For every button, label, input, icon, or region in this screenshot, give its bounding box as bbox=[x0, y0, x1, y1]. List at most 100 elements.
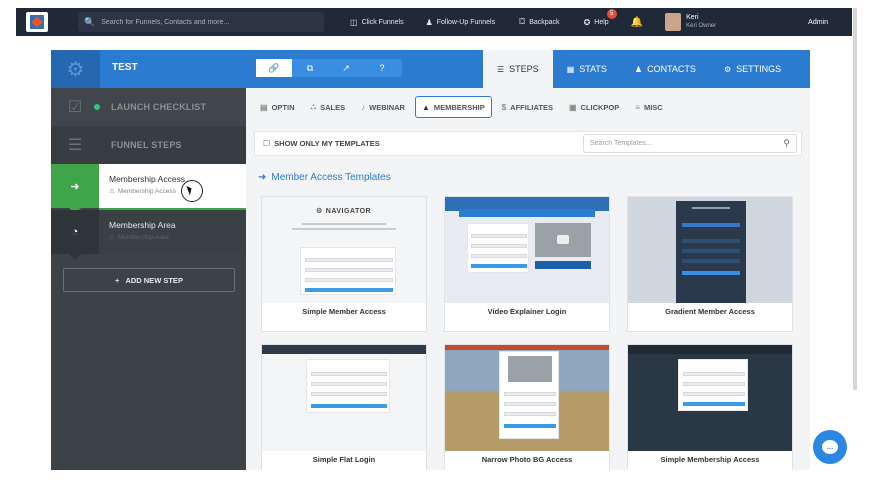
sidebar-item-launch-checklist[interactable]: ☑ LAUNCH CHECKLIST bbox=[51, 88, 246, 126]
template-name: Simple Flat Login bbox=[312, 455, 376, 464]
section-title: ➜ Member Access Templates bbox=[258, 172, 391, 183]
plus-icon: + bbox=[115, 275, 120, 285]
mic-icon: ♪ bbox=[361, 102, 366, 112]
tab-settings-label: SETTINGS bbox=[736, 64, 782, 74]
dashboard-icon: ◔ bbox=[51, 210, 99, 254]
list-icon: ☰ bbox=[497, 64, 505, 74]
tab-stats-label: STATS bbox=[579, 64, 607, 74]
category-tabs: ▤ OPTIN ⛬ SALES ♪ WEBINAR ▲ MEMBERSHIP $ AFFI… bbox=[254, 96, 669, 118]
popup-icon: ▣ bbox=[568, 102, 577, 112]
step-subtitle: Membership Access bbox=[117, 187, 176, 195]
category-label: SALES bbox=[320, 102, 346, 112]
template-search-input[interactable] bbox=[590, 140, 770, 147]
template-card[interactable]: Gradient Member Access bbox=[627, 196, 793, 332]
chat-widget-button[interactable]: … bbox=[813, 430, 847, 464]
category-clickpop[interactable]: ▣ CLICKPOP bbox=[563, 96, 625, 118]
template-card[interactable]: Simple Flat Login bbox=[261, 344, 427, 470]
step-subtitle: Membership Area bbox=[117, 233, 169, 241]
tab-steps-label: STEPS bbox=[509, 64, 539, 74]
bar-chart-icon: ▦ bbox=[566, 64, 575, 74]
checklist-icon: ☑ bbox=[67, 99, 83, 116]
app-frame: 🔍 ◫ Click Funnels ♟ Follow-Up Funnels ⛋ … bbox=[0, 0, 875, 495]
sign-in-icon: ➜ bbox=[258, 172, 267, 183]
copy-icon[interactable]: ⧉ bbox=[292, 59, 328, 77]
user-name: Keri bbox=[686, 14, 699, 21]
thumbnail-logo: ⚙ NAVIGATOR bbox=[316, 207, 371, 215]
category-label: AFFILIATES bbox=[510, 102, 553, 112]
category-optin[interactable]: ▤ OPTIN bbox=[254, 96, 300, 118]
nav-help[interactable]: ✪ Help 5 bbox=[583, 8, 617, 27]
template-card[interactable]: Simple Membership Access bbox=[627, 344, 793, 470]
warning-icon: ⚠ bbox=[109, 234, 115, 241]
page-scrollbar[interactable] bbox=[853, 8, 857, 390]
funnel-steps-label: FUNNEL STEPS bbox=[111, 140, 182, 150]
dollar-icon: $ bbox=[501, 102, 507, 112]
nav-click-funnels-label: Click Funnels bbox=[361, 18, 404, 26]
tab-contacts-label: CONTACTS bbox=[647, 64, 696, 74]
top-nav: 🔍 ◫ Click Funnels ♟ Follow-Up Funnels ⛋ … bbox=[16, 8, 852, 36]
help-circle-icon[interactable]: ? bbox=[364, 59, 400, 77]
gear-icon: ⚙ bbox=[723, 64, 732, 74]
template-filter-bar: ☐ SHOW ONLY MY TEMPLATES ⚲ bbox=[254, 131, 802, 156]
template-card[interactable]: Video Explainer Login bbox=[444, 196, 610, 332]
sidebar-item-funnel-steps: ☰ FUNNEL STEPS bbox=[51, 126, 246, 164]
status-dot bbox=[94, 104, 100, 110]
tab-stats[interactable]: ▦ STATS bbox=[553, 50, 621, 88]
checkbox-icon[interactable]: ☐ bbox=[263, 139, 270, 148]
funnel-gear-icon[interactable]: ⚙ bbox=[51, 50, 100, 88]
cart-icon: ⛬ bbox=[310, 102, 317, 111]
avatar bbox=[665, 13, 682, 31]
help-icon: ✪ bbox=[583, 17, 591, 27]
funnel-sidebar: ☑ LAUNCH CHECKLIST ☰ FUNNEL STEPS ➜ Memb… bbox=[51, 88, 246, 470]
sign-in-icon: ➜ bbox=[51, 164, 99, 208]
template-search[interactable]: ⚲ bbox=[583, 134, 797, 153]
nav-backpack[interactable]: ⛋ Backpack bbox=[519, 17, 559, 27]
category-label: MEMBERSHIP bbox=[433, 102, 485, 112]
template-thumbnail bbox=[262, 345, 426, 451]
category-label: OPTIN bbox=[271, 102, 295, 112]
template-name: Simple Membership Access bbox=[660, 455, 760, 464]
template-card[interactable]: Narrow Photo BG Access bbox=[444, 344, 610, 470]
nav-follow-up-funnels[interactable]: ♟ Follow-Up Funnels bbox=[426, 18, 496, 27]
template-thumbnail: ⚙ NAVIGATOR bbox=[262, 197, 426, 303]
global-search-input[interactable] bbox=[101, 18, 302, 26]
funnel-header: ⚙ TEST 🔗 ⧉ ↗ ? ☰ STEPS ▦ STATS ♟ CONTACT… bbox=[51, 50, 810, 88]
template-thumbnail bbox=[445, 345, 609, 451]
category-affiliates[interactable]: $ AFFILIATES bbox=[496, 96, 559, 118]
funnel-editor: ⚙ TEST 🔗 ⧉ ↗ ? ☰ STEPS ▦ STATS ♟ CONTACT… bbox=[51, 50, 810, 470]
template-area: ▤ OPTIN ⛬ SALES ♪ WEBINAR ▲ MEMBERSHIP $ AFFI… bbox=[246, 88, 810, 470]
add-new-step-button[interactable]: + ADD NEW STEP bbox=[63, 268, 235, 292]
category-label: CLICKPOP bbox=[580, 102, 620, 112]
step-title: Membership Access bbox=[109, 174, 186, 184]
category-webinar[interactable]: ♪ WEBINAR bbox=[355, 96, 411, 118]
video-placeholder bbox=[535, 223, 591, 257]
search-icon[interactable]: ⚲ bbox=[783, 138, 790, 149]
mouse-cursor-highlight bbox=[181, 180, 203, 202]
search-icon: 🔍 bbox=[84, 16, 96, 27]
category-sales[interactable]: ⛬ SALES bbox=[304, 96, 351, 118]
people-icon: ♟ bbox=[425, 17, 433, 27]
tab-steps[interactable]: ☰ STEPS bbox=[483, 50, 553, 88]
show-only-my-templates[interactable]: SHOW ONLY MY TEMPLATES bbox=[274, 139, 380, 148]
link-icon[interactable]: 🔗 bbox=[256, 59, 292, 77]
users-icon: ♟ bbox=[634, 64, 643, 74]
template-thumbnail bbox=[628, 197, 792, 303]
funnel-step-membership-area[interactable]: ◔ Membership Area ⚠ Membership Area bbox=[51, 210, 246, 254]
tab-contacts[interactable]: ♟ CONTACTS bbox=[621, 50, 710, 88]
admin-link[interactable]: Admin bbox=[808, 19, 828, 26]
funnel-tools: 🔗 ⧉ ↗ ? bbox=[256, 59, 402, 77]
backpack-icon: ⛋ bbox=[519, 17, 526, 26]
funnel-step-membership-access[interactable]: ➜ Membership Access ⚠ Membership Access bbox=[51, 164, 246, 208]
list-icon: ≡ bbox=[635, 102, 640, 112]
notification-bell-icon[interactable]: 🔔 bbox=[631, 17, 643, 28]
category-membership[interactable]: ▲ MEMBERSHIP bbox=[414, 96, 492, 118]
nav-click-funnels[interactable]: ◫ Click Funnels bbox=[350, 18, 404, 27]
external-link-icon[interactable]: ↗ bbox=[328, 59, 364, 77]
nav-follow-up-funnels-label: Follow-Up Funnels bbox=[436, 18, 496, 26]
user-menu[interactable]: Keri Keri Owner bbox=[665, 13, 716, 31]
global-search[interactable]: 🔍 bbox=[78, 12, 324, 32]
template-card[interactable]: ⚙ NAVIGATOR Simple Member Access bbox=[261, 196, 427, 332]
category-misc[interactable]: ≡ MISC bbox=[629, 96, 668, 118]
clickfunnels-logo[interactable] bbox=[26, 12, 48, 32]
tab-settings[interactable]: ⚙ SETTINGS bbox=[710, 50, 795, 88]
